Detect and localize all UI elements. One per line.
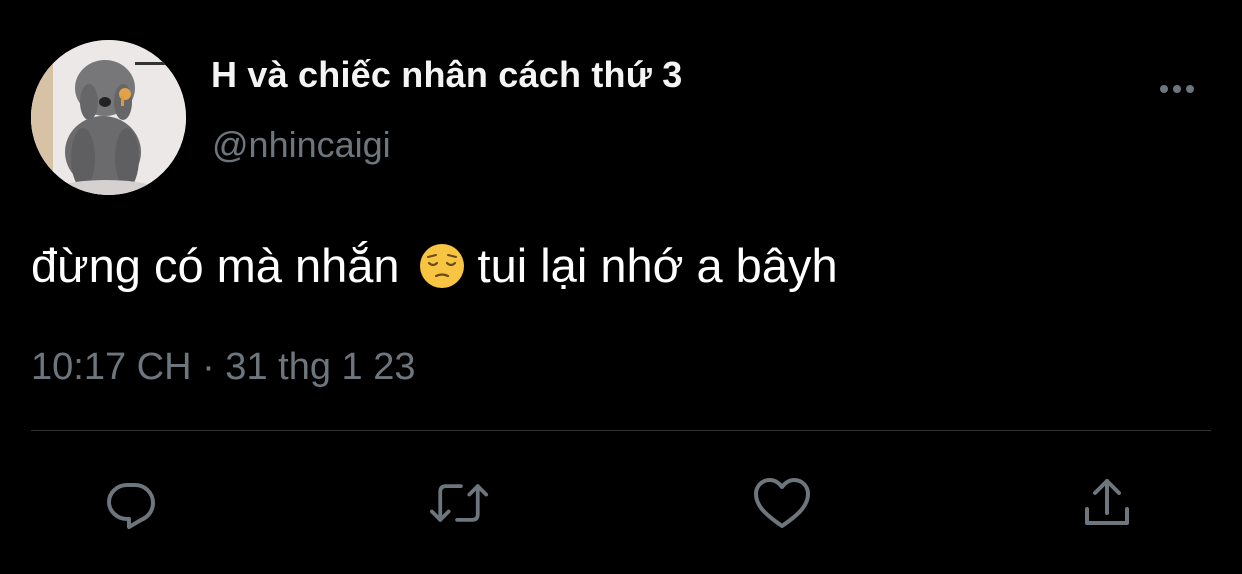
- tweet-text-part-1: đừng có mà nhắn: [31, 239, 400, 292]
- reply-icon: [107, 483, 155, 529]
- more-horizontal-icon: [1160, 85, 1194, 93]
- pensive-face-icon: [418, 242, 466, 290]
- poodle-dog-avatar-icon: [31, 40, 186, 195]
- retweet-button[interactable]: [429, 474, 489, 532]
- share-icon: [1085, 479, 1129, 525]
- avatar[interactable]: [31, 40, 186, 195]
- display-name[interactable]: H và chiếc nhân cách thứ 3: [211, 54, 682, 96]
- heart-icon: [754, 478, 810, 528]
- username-handle[interactable]: @nhincaigi: [212, 124, 391, 166]
- share-button[interactable]: [1077, 474, 1137, 532]
- tweet-text: đừng có mà nhắn tui lại nhớ a bâyh: [31, 236, 838, 296]
- divider: [31, 430, 1211, 431]
- more-options-button[interactable]: [1152, 74, 1202, 104]
- tweet-timestamp[interactable]: 10:17 CH · 31 thg 1 23: [31, 346, 415, 389]
- retweet-icon: [429, 484, 489, 522]
- like-button[interactable]: [752, 474, 812, 532]
- reply-button[interactable]: [101, 474, 161, 532]
- tweet-text-part-2: tui lại nhớ a bâyh: [477, 239, 838, 292]
